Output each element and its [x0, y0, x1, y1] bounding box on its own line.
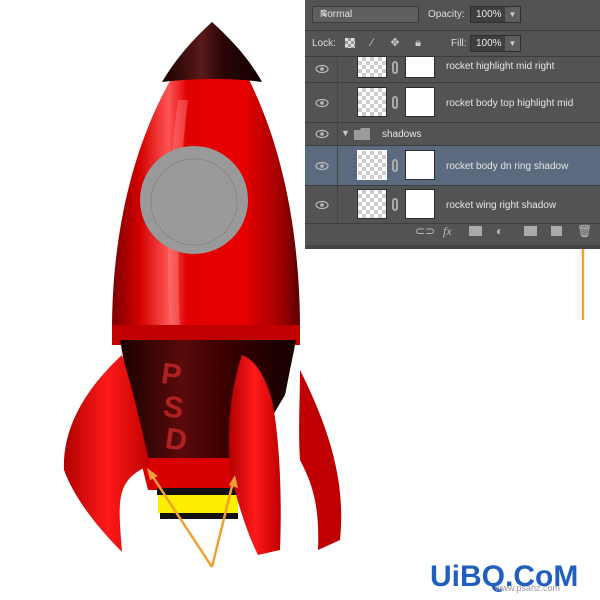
opacity-value: 100% [476, 9, 502, 20]
panel-bottom-bar [305, 245, 600, 249]
lock-row: Lock: ⁄ ✥ 🔒︎ Fill: 100% ▼ [305, 31, 600, 57]
right-fin [299, 370, 342, 550]
lock-move-icon[interactable]: ✥ [389, 37, 401, 49]
chevron-down-icon[interactable]: ▼ [505, 7, 520, 22]
layer-name: rocket body top highlight mid [446, 98, 574, 109]
link-icon [392, 159, 398, 172]
layer-row[interactable]: rocket body top highlight mid [305, 83, 600, 123]
fill-label: Fill: [451, 38, 467, 49]
layer-row[interactable]: rocket wing right shadow [305, 186, 600, 224]
lock-all-icon[interactable]: 🔒︎ [412, 37, 424, 49]
opacity-field[interactable]: 100% ▼ [470, 6, 521, 23]
eye-icon[interactable] [315, 161, 329, 171]
layer-mask-thumbnail [405, 189, 435, 219]
new-layer-icon[interactable] [551, 226, 562, 236]
rocket-window [140, 146, 248, 254]
eye-icon[interactable] [315, 129, 329, 139]
eye-icon[interactable] [315, 200, 329, 210]
eye-icon[interactable] [315, 98, 329, 108]
layer-name: rocket wing right shadow [446, 200, 557, 211]
layer-thumbnail [357, 189, 387, 219]
layer-row-selected[interactable]: rocket body dn ring shadow [305, 146, 600, 186]
opacity-label: Opacity: [428, 9, 465, 20]
link-icon [392, 198, 398, 211]
adjustment-icon[interactable]: ◐ [496, 225, 503, 238]
layer-row[interactable]: rocket highlight mid right [305, 56, 600, 83]
watermark-url: www.psahz.com [495, 583, 561, 593]
lock-label: Lock: [312, 38, 336, 49]
layer-thumbnail [357, 150, 387, 180]
layers-footer: ⊂⊃ fx ◐ 🗑︎ [305, 220, 600, 246]
layer-thumbnail [357, 56, 387, 78]
fill-field[interactable]: 100% ▼ [470, 35, 521, 52]
expand-triangle-icon[interactable]: ▼ [341, 128, 350, 138]
link-icon [392, 96, 398, 109]
lock-brush-icon[interactable]: ⁄ [366, 37, 378, 49]
layers-panel: Normal ⇕ Opacity: 100% ▼ Lock: ⁄ ✥ 🔒︎ Fi… [305, 0, 600, 249]
layer-name: rocket body dn ring shadow [446, 161, 569, 172]
trash-icon[interactable]: 🗑︎ [577, 225, 592, 238]
fill-value: 100% [476, 38, 502, 49]
layer-mask-thumbnail [405, 87, 435, 117]
layer-mask-thumbnail [405, 150, 435, 180]
link-layers-icon[interactable]: ⊂⊃ [415, 225, 435, 238]
blend-mode-select[interactable]: Normal ⇕ [312, 6, 419, 23]
layer-name: rocket highlight mid right [446, 61, 555, 72]
lock-transparent-icon[interactable] [345, 38, 355, 48]
fx-icon[interactable]: fx [443, 225, 452, 238]
group-name: shadows [382, 129, 422, 140]
eye-icon[interactable] [315, 64, 329, 74]
layer-mask-thumbnail [405, 56, 435, 78]
updown-arrow-icon: ⇕ [320, 8, 328, 18]
layer-thumbnail [357, 87, 387, 117]
folder-icon [354, 128, 370, 140]
mask-icon[interactable] [469, 226, 482, 236]
folder-icon[interactable] [524, 226, 537, 236]
psd-letter-d: D [163, 422, 189, 458]
blend-row: Normal ⇕ Opacity: 100% ▼ [305, 0, 600, 31]
layer-group-row[interactable]: ▼ shadows [305, 123, 600, 146]
link-icon [392, 61, 398, 74]
chevron-down-icon[interactable]: ▼ [505, 36, 520, 51]
rocket-nose [162, 22, 262, 82]
